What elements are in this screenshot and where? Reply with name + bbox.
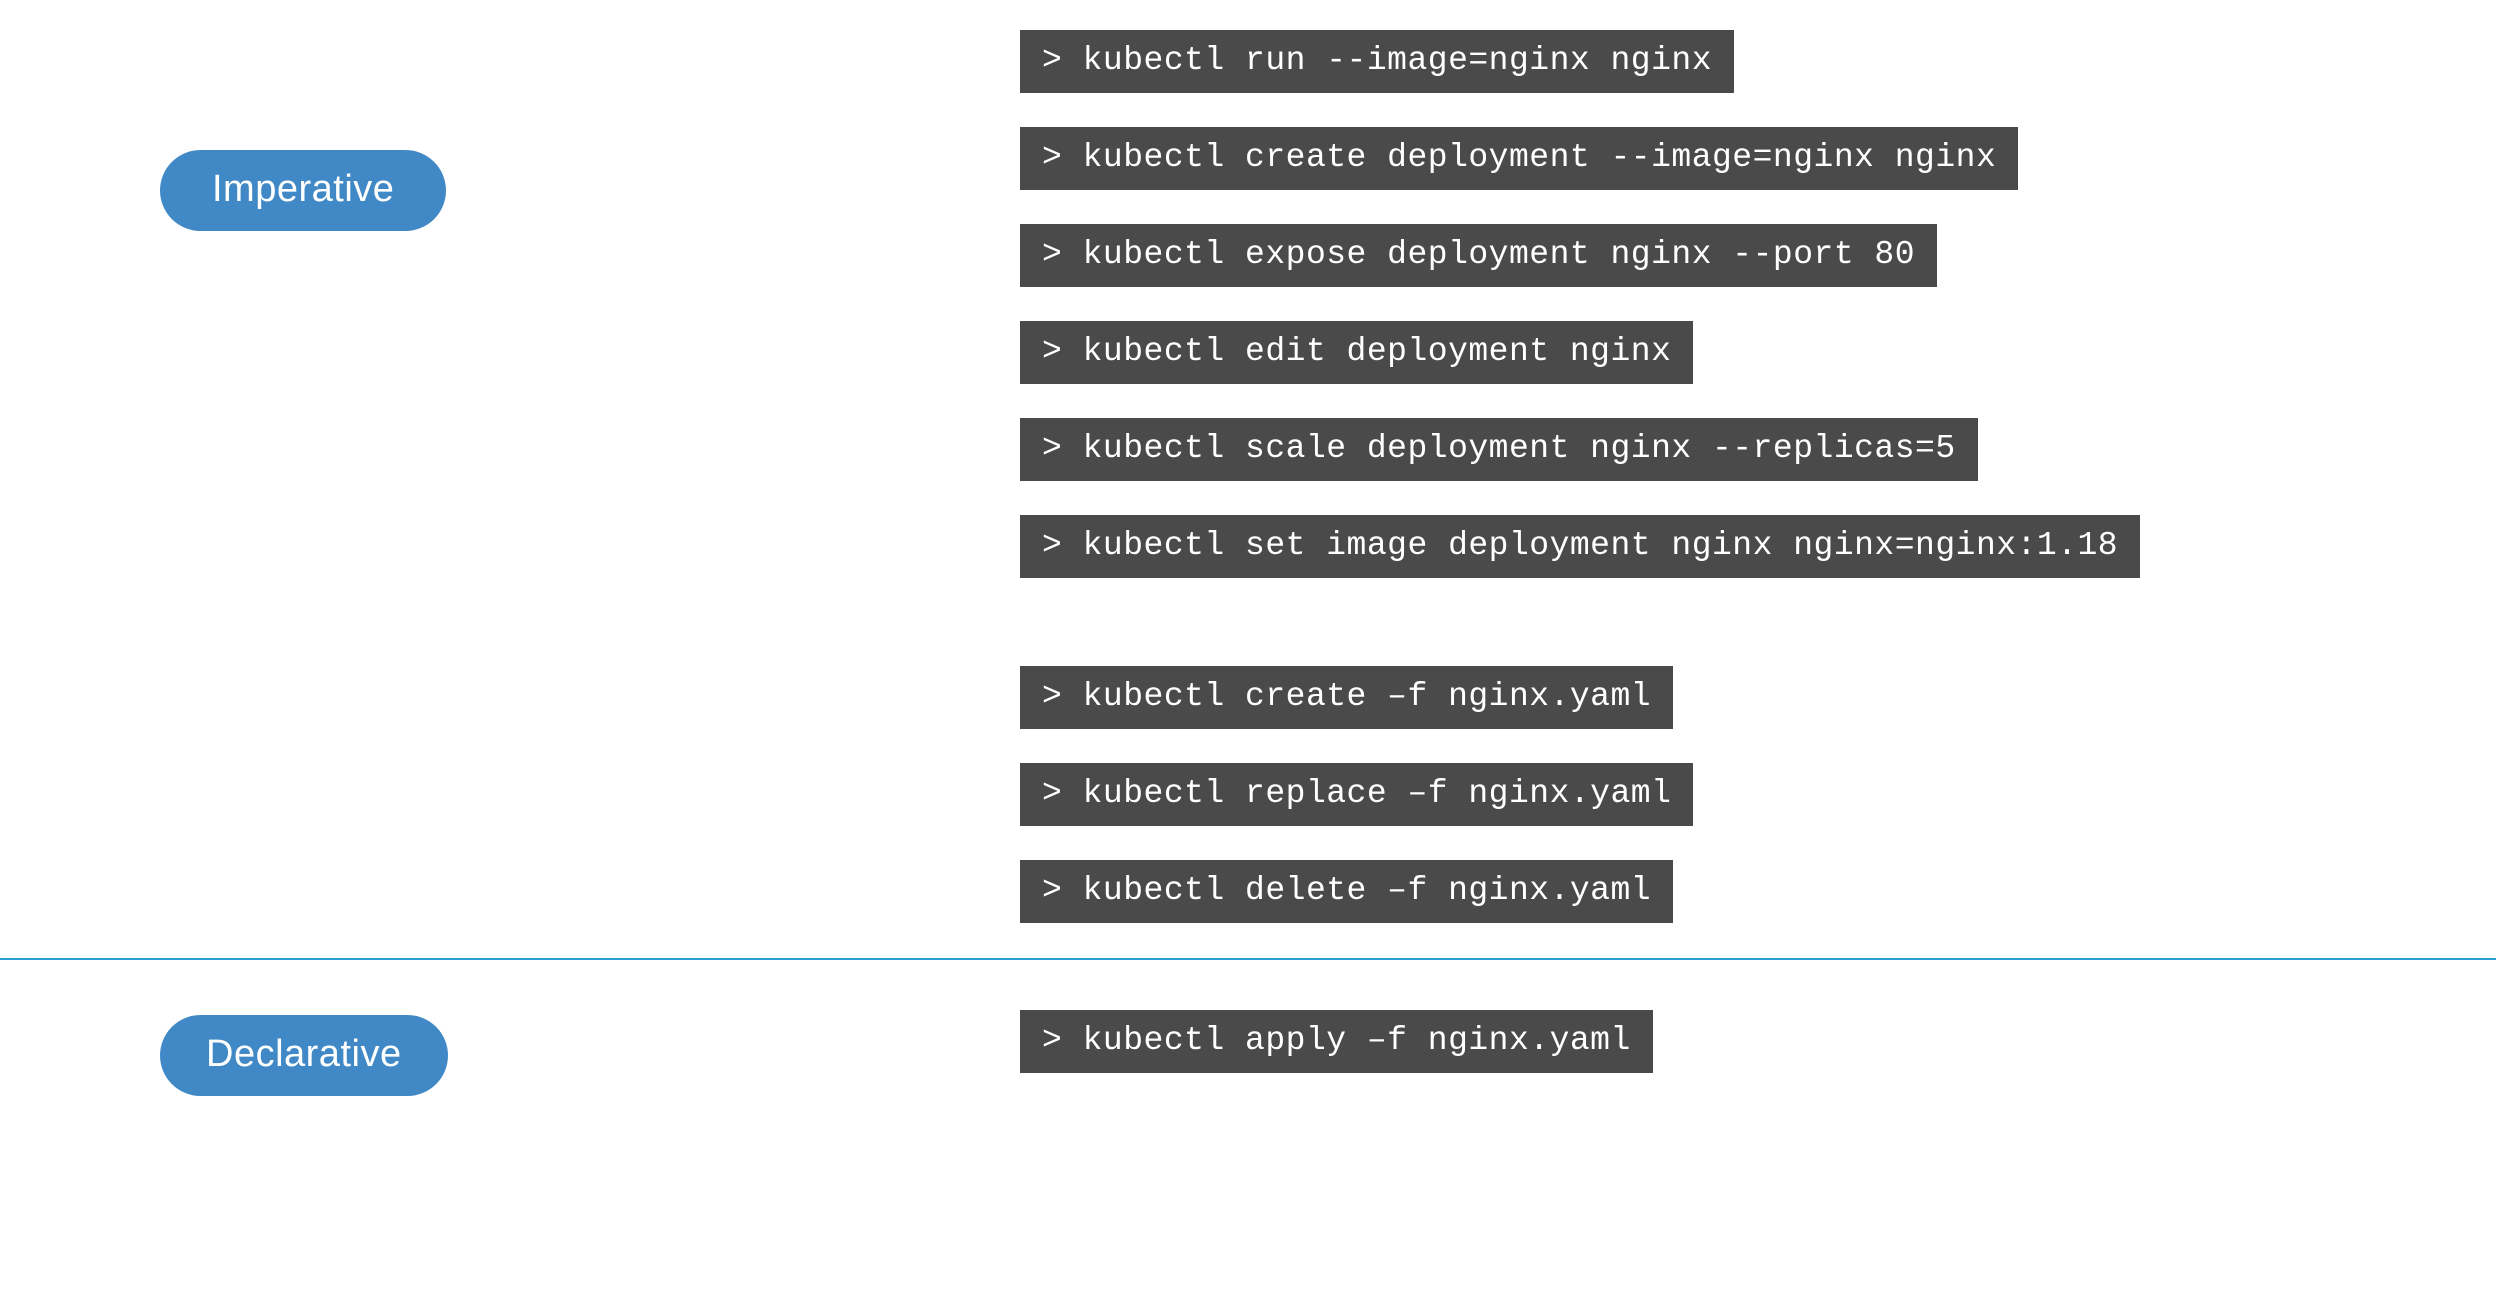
command-line: > kubectl create –f nginx.yaml <box>1020 666 1673 729</box>
imperative-label-col: Imperative <box>160 30 1020 231</box>
imperative-commands: > kubectl run --image=nginx nginx > kube… <box>1020 30 2456 923</box>
command-line: > kubectl apply –f nginx.yaml <box>1020 1010 1653 1073</box>
command-line: > kubectl scale deployment nginx --repli… <box>1020 418 1978 481</box>
declarative-pill: Declarative <box>160 1015 448 1096</box>
declarative-commands: > kubectl apply –f nginx.yaml <box>1020 1010 2456 1073</box>
group-spacer <box>1020 612 2456 632</box>
command-line: > kubectl set image deployment nginx ngi… <box>1020 515 2140 578</box>
command-line: > kubectl expose deployment nginx --port… <box>1020 224 1937 287</box>
command-line: > kubectl replace –f nginx.yaml <box>1020 763 1693 826</box>
imperative-pill: Imperative <box>160 150 446 231</box>
slide: Imperative > kubectl run --image=nginx n… <box>0 0 2496 1310</box>
command-line: > kubectl run --image=nginx nginx <box>1020 30 1734 93</box>
command-line: > kubectl edit deployment nginx <box>1020 321 1693 384</box>
declarative-label-col: Declarative <box>160 1010 1020 1096</box>
declarative-section: Declarative > kubectl apply –f nginx.yam… <box>0 960 2496 1146</box>
command-line: > kubectl delete –f nginx.yaml <box>1020 860 1673 923</box>
imperative-section: Imperative > kubectl run --image=nginx n… <box>0 0 2496 958</box>
command-line: > kubectl create deployment --image=ngin… <box>1020 127 2018 190</box>
